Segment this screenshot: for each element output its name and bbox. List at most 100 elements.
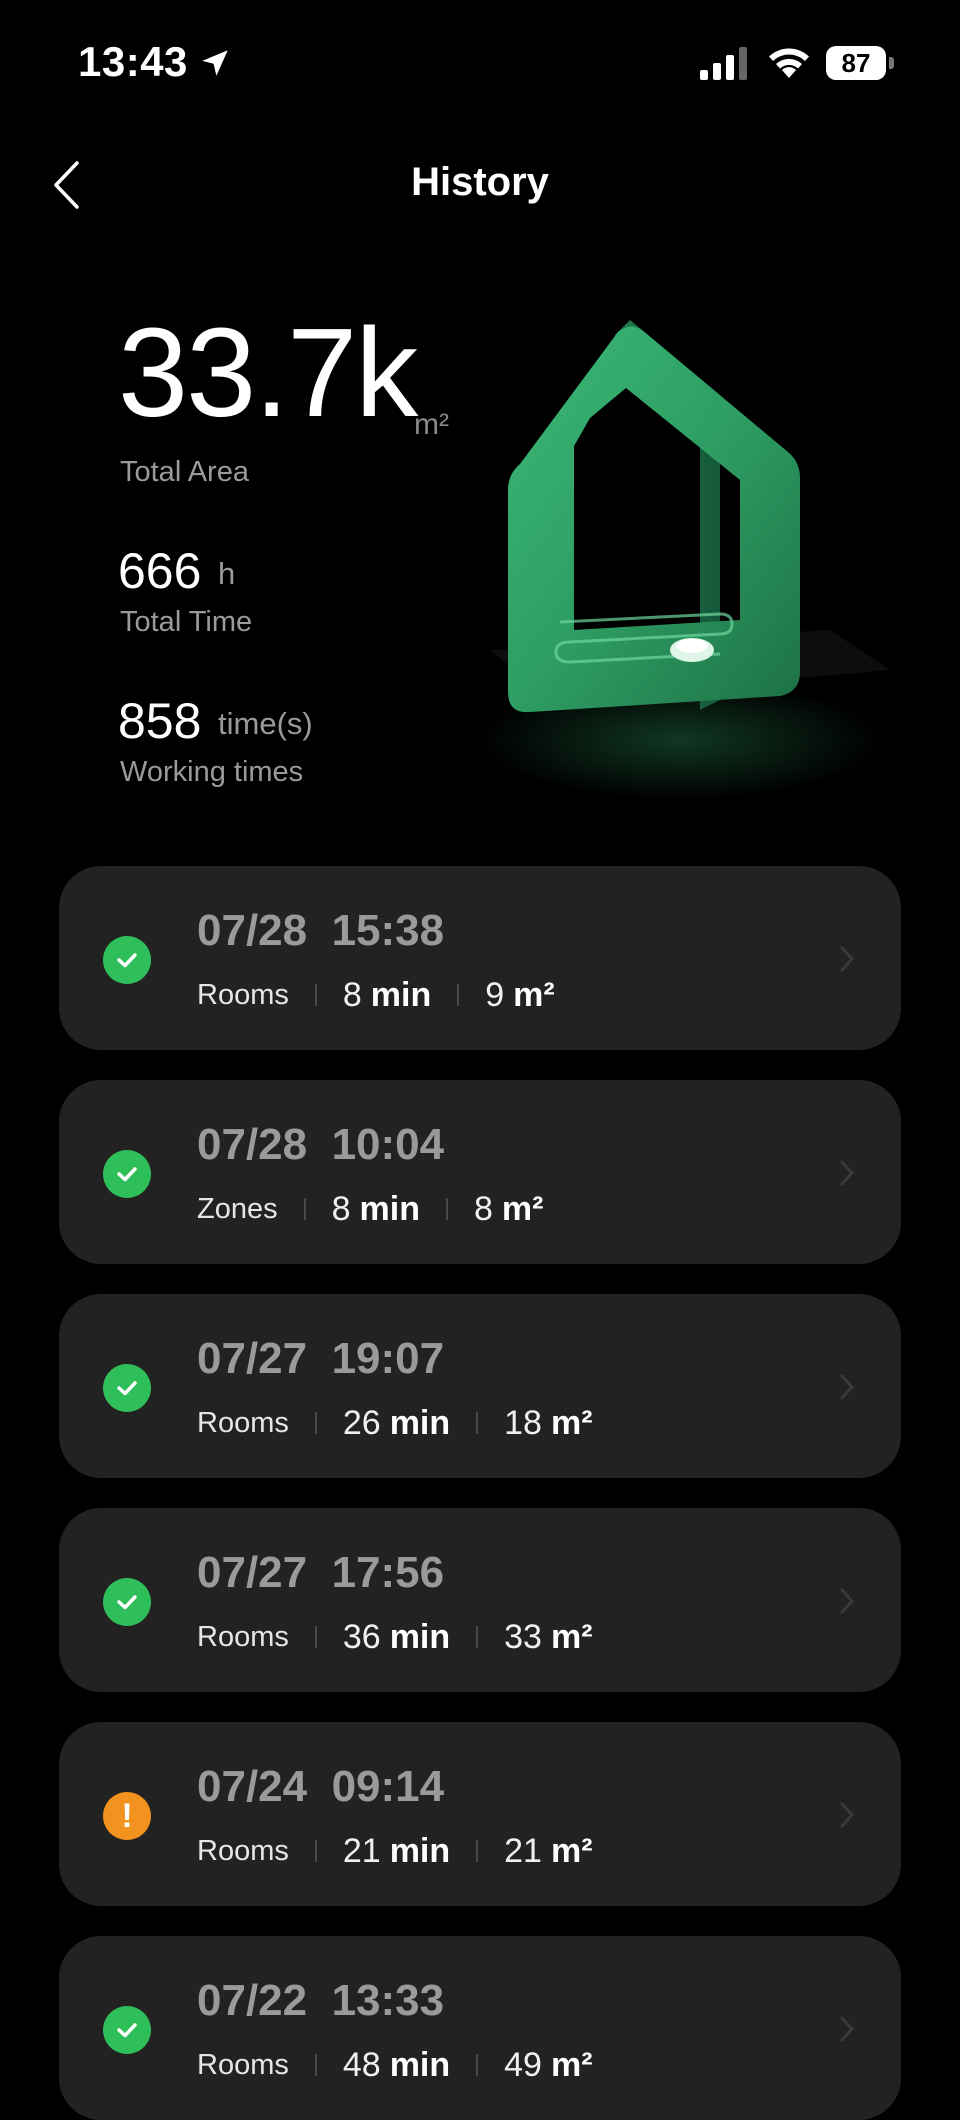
history-record[interactable]: 07/28 15:38 Rooms 8 min 9 m² [59,866,901,1050]
record-time: 13:33 [331,1976,445,2025]
record-datetime: 07/22 13:33 [197,1976,444,2026]
record-area-unit: m² [550,2045,593,2084]
divider [314,2054,317,2076]
divider [476,1840,479,1862]
working-times-unit: time(s) [218,706,313,741]
record-mode: Zones [197,1192,278,1225]
divider [457,984,460,1006]
record-area-unit: m² [550,1617,593,1656]
chevron-right-icon [840,1374,854,1400]
chevron-right-icon [840,946,854,972]
divider [303,1198,306,1220]
battery-indicator: 87 [826,46,894,82]
divider [314,984,317,1006]
record-mode: Rooms [197,1406,289,1439]
record-datetime: 07/27 19:07 [197,1334,444,1384]
record-duration: 36 [342,1617,381,1656]
record-area: 49 [504,2045,542,2084]
record-area: 8 [473,1189,493,1228]
record-area: 33 [504,1617,542,1656]
divider [314,1412,317,1434]
check-circle-icon [103,1364,151,1412]
record-duration-unit: min [359,1189,420,1228]
record-area: 18 [504,1403,542,1442]
record-mode: Rooms [197,978,289,1011]
check-circle-icon [103,1578,151,1626]
record-area: 21 [504,1831,542,1870]
total-time-value: 666 [118,543,202,599]
divider [445,1198,448,1220]
record-duration: 26 [342,1403,381,1442]
battery-level: 87 [826,46,886,80]
record-date: 07/24 [197,1762,308,1811]
record-duration-unit: min [370,975,432,1014]
record-duration: 8 [342,975,362,1014]
divider [314,1840,317,1862]
total-time-label: Total Time [120,606,253,638]
chevron-right-icon [840,1160,854,1186]
record-date: 07/28 [197,906,308,955]
working-times-value: 858 [118,693,202,749]
history-record[interactable]: 07/22 13:33 Rooms 48 min 49 m² [59,1936,901,2120]
record-datetime: 07/28 15:38 [197,906,444,956]
record-meta: Rooms 21 min 21 m² [197,1830,593,1872]
warning-circle-icon: ! [103,1792,151,1840]
record-meta: Rooms 8 min 9 m² [197,974,555,1016]
record-meta: Rooms 48 min 49 m² [197,2044,593,2086]
house-illustration [480,320,890,800]
record-area: 9 [485,975,505,1014]
record-date: 07/28 [197,1120,308,1169]
battery-cap [889,57,894,69]
working-times-label: Working times [120,756,304,788]
record-mode: Rooms [197,1834,289,1867]
history-record[interactable]: 07/27 17:56 Rooms 36 min 33 m² [59,1508,901,1692]
divider [476,1626,479,1648]
divider [476,1412,479,1434]
total-area-label: Total Area [120,456,249,488]
page-title: History [411,160,549,204]
location-arrow-icon [202,50,228,76]
record-date: 07/27 [197,1548,308,1597]
record-meta: Zones 8 min 8 m² [197,1188,543,1230]
check-circle-icon [103,936,151,984]
record-duration: 8 [331,1189,351,1228]
history-record[interactable]: 07/27 19:07 Rooms 26 min 18 m² [59,1294,901,1478]
divider [476,2054,479,2076]
record-meta: Rooms 36 min 33 m² [197,1616,593,1658]
total-area-value: 33.7k [118,302,418,443]
wifi-icon [769,48,809,78]
cellular-signal-icon [700,47,747,80]
record-duration: 48 [342,2045,381,2084]
record-duration-unit: min [389,1403,451,1442]
record-area-unit: m² [501,1189,544,1228]
divider [314,1626,317,1648]
record-mode: Rooms [197,2048,289,2081]
history-record[interactable]: 07/28 10:04 Zones 8 min 8 m² [59,1080,901,1264]
record-time: 09:14 [331,1762,445,1811]
history-record[interactable]: ! 07/24 09:14 Rooms 21 min 21 m² [59,1722,901,1906]
record-duration-unit: min [389,1831,451,1870]
total-time-unit: h [218,556,236,591]
total-area-unit: m² [414,408,449,441]
record-duration-unit: min [389,2045,451,2084]
record-datetime: 07/28 10:04 [197,1120,444,1170]
record-date: 07/27 [197,1334,308,1383]
chevron-right-icon [840,1588,854,1614]
record-date: 07/22 [197,1976,308,2025]
chevron-right-icon [840,2016,854,2042]
record-time: 10:04 [331,1120,445,1169]
chevron-right-icon [840,1802,854,1828]
record-area-unit: m² [513,975,555,1014]
status-bar: 13:43 87 [0,0,960,128]
record-datetime: 07/24 09:14 [197,1762,444,1812]
check-circle-icon [103,1150,151,1198]
record-datetime: 07/27 17:56 [197,1548,444,1598]
record-duration: 21 [342,1831,381,1870]
record-duration-unit: min [389,1617,451,1656]
status-time: 13:43 [78,38,188,85]
record-time: 15:38 [331,906,445,955]
record-area-unit: m² [550,1403,593,1442]
record-time: 19:07 [331,1334,445,1383]
record-time: 17:56 [331,1548,445,1597]
check-circle-icon [103,2006,151,2054]
